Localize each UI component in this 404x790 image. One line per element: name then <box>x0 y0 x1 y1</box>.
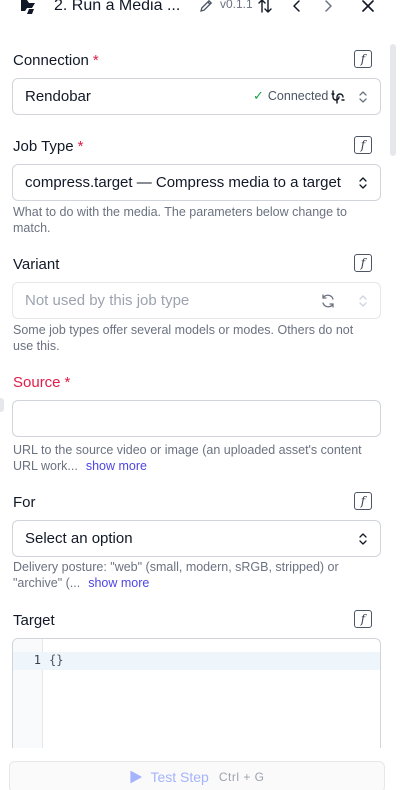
target-label: Target <box>13 612 55 629</box>
source-label-text: Source <box>13 374 61 391</box>
chevron-left-icon[interactable] <box>289 0 305 14</box>
connection-value: Rendobar <box>25 88 91 105</box>
check-icon: ✓ <box>253 88 264 103</box>
play-icon <box>130 770 143 784</box>
app-logo-icon <box>21 0 35 14</box>
required-mark: * <box>77 138 84 155</box>
step-title[interactable]: 2. Run a Media ... <box>54 0 180 15</box>
for-select[interactable]: Select an option <box>12 520 381 557</box>
test-step-label: Test Step <box>150 769 209 785</box>
connection-status-text: Connected <box>267 89 329 103</box>
version-label: v0.1.1 <box>220 0 253 11</box>
scrollbar-thumb[interactable] <box>390 44 396 156</box>
variant-select: Not used by this job type <box>12 282 381 319</box>
formula-toggle-icon[interactable]: f <box>354 50 372 68</box>
for-help-text: Delivery posture: "web" (small, modern, … <box>13 560 339 590</box>
required-mark: * <box>64 374 71 391</box>
variant-label: Variant <box>13 256 59 273</box>
source-show-more-link[interactable]: show more <box>86 459 147 473</box>
formula-toggle-icon[interactable]: f <box>354 136 372 154</box>
close-icon[interactable] <box>360 0 376 14</box>
footer: Test Step Ctrl + G <box>0 752 404 790</box>
swap-vertical-icon[interactable] <box>257 0 273 14</box>
variant-label-text: Variant <box>13 256 60 273</box>
formula-toggle-icon[interactable]: f <box>354 492 372 510</box>
connection-label-text: Connection <box>13 52 89 69</box>
for-placeholder: Select an option <box>25 530 133 547</box>
chevron-updown-icon <box>359 533 367 545</box>
variant-placeholder: Not used by this job type <box>25 292 190 309</box>
test-step-button[interactable]: Test Step Ctrl + G <box>9 761 385 790</box>
target-code-editor[interactable]: 1 {} <box>12 638 381 748</box>
connection-label: Connection * <box>13 52 99 69</box>
target-label-text: Target <box>13 612 55 629</box>
source-help-text: URL to the source video or image (an upl… <box>13 443 362 473</box>
step-header: 2. Run a Media ... v0.1.1 <box>0 0 404 32</box>
active-line-highlight <box>13 652 380 670</box>
for-help: Delivery posture: "web" (small, modern, … <box>13 559 373 591</box>
code-content[interactable]: {} <box>49 653 63 667</box>
formula-toggle-icon[interactable]: f <box>354 610 372 628</box>
refresh-icon[interactable] <box>320 293 336 309</box>
for-label-text: For <box>13 494 36 511</box>
panel-resize-handle[interactable] <box>0 398 4 412</box>
job-type-help: What to do with the media. The parameter… <box>13 205 347 235</box>
source-input[interactable] <box>12 400 381 437</box>
job-type-select[interactable]: compress.target — Compress media to a ta… <box>12 164 381 201</box>
chevron-updown-icon <box>359 295 367 307</box>
variant-help: Some job types offer several models or m… <box>13 323 354 353</box>
pencil-icon[interactable] <box>198 0 214 14</box>
chevron-updown-icon <box>359 177 367 189</box>
required-mark: * <box>92 52 99 69</box>
job-type-value: compress.target — Compress media to a ta… <box>25 174 341 191</box>
formula-toggle-icon[interactable]: f <box>354 254 372 272</box>
line-number: 1 <box>33 653 41 667</box>
source-help: URL to the source video or image (an upl… <box>13 442 373 474</box>
chevron-updown-icon <box>359 91 367 103</box>
reconnect-icon[interactable] <box>330 89 346 105</box>
job-type-label: Job Type * <box>13 138 83 155</box>
connection-select[interactable]: Rendobar ✓ Connected <box>12 78 381 115</box>
for-show-more-link[interactable]: show more <box>88 576 149 590</box>
job-type-label-text: Job Type <box>13 138 74 155</box>
keyboard-shortcut: Ctrl + G <box>218 770 265 784</box>
for-label: For <box>13 494 36 511</box>
connection-status: ✓ Connected <box>253 88 328 104</box>
source-label: Source * <box>13 374 70 391</box>
chevron-right-icon[interactable] <box>320 0 336 14</box>
